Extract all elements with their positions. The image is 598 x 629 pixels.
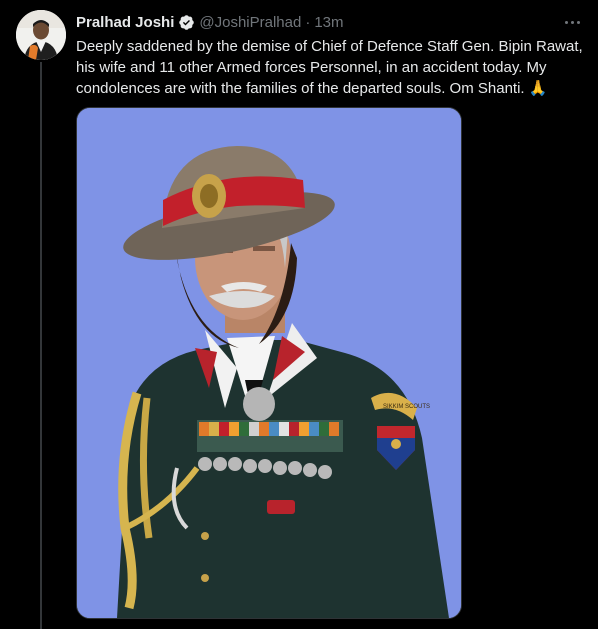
separator-dot: ·: [305, 13, 311, 31]
user-handle[interactable]: @JoshiPralhad: [199, 14, 301, 31]
tweet-media-image[interactable]: SIKKIM SCOUTS: [76, 107, 462, 619]
thread-line: [40, 62, 42, 629]
avatar[interactable]: [16, 10, 66, 60]
display-name[interactable]: Pralhad Joshi: [76, 14, 174, 31]
timestamp[interactable]: 13m: [314, 14, 343, 31]
tweet-header: Pralhad Joshi @JoshiPralhad · 13m: [76, 12, 582, 32]
shoulder-badge-label: SIKKIM SCOUTS: [383, 404, 430, 410]
verified-badge-icon: [178, 14, 195, 31]
tweet-text: Deeply saddened by the demise of Chief o…: [76, 38, 583, 97]
more-options-icon[interactable]: [560, 10, 584, 34]
